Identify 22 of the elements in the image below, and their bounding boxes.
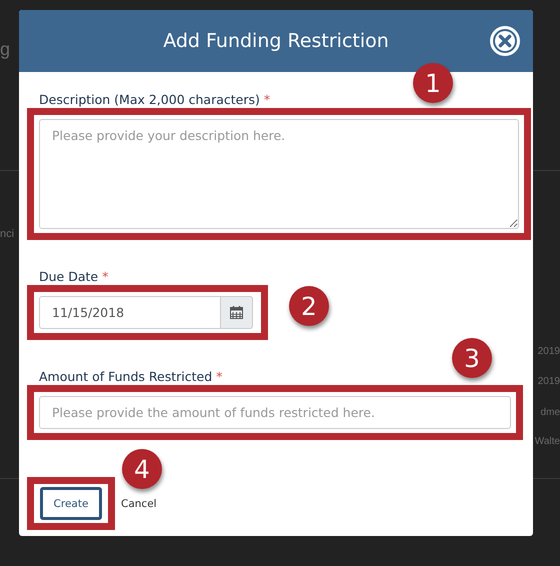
dialog-title: Add Funding Restriction xyxy=(163,30,389,52)
callout-number: 2 xyxy=(289,286,329,326)
callout-number: 3 xyxy=(452,338,492,378)
date-field[interactable]: 11/15/2018 xyxy=(39,296,221,329)
background-text: dme xyxy=(540,408,560,418)
background-text: nci xyxy=(0,229,14,240)
field-label: Amount of Funds Restricted * xyxy=(39,369,224,385)
field-label: Due Date * xyxy=(39,269,110,285)
background-text: 2019 xyxy=(538,377,560,387)
callout-number: 1 xyxy=(413,63,453,103)
description-field[interactable]: Please provide your description here. xyxy=(39,119,519,229)
field-label: Description (Max 2,000 characters) * xyxy=(39,92,272,108)
background-text: Walte xyxy=(534,437,560,447)
calendar-icon xyxy=(230,306,243,319)
create-button[interactable]: Create xyxy=(40,487,102,520)
close-icon[interactable] xyxy=(490,26,520,56)
callout-number: 4 xyxy=(122,449,162,489)
background-text: g xyxy=(0,40,10,58)
background-text: 2019 xyxy=(538,347,560,357)
calendar-button[interactable] xyxy=(221,296,253,329)
cancel-link[interactable]: Cancel xyxy=(115,498,157,510)
amount-field[interactable]: Please provide the amount of funds restricted here. xyxy=(39,396,511,429)
